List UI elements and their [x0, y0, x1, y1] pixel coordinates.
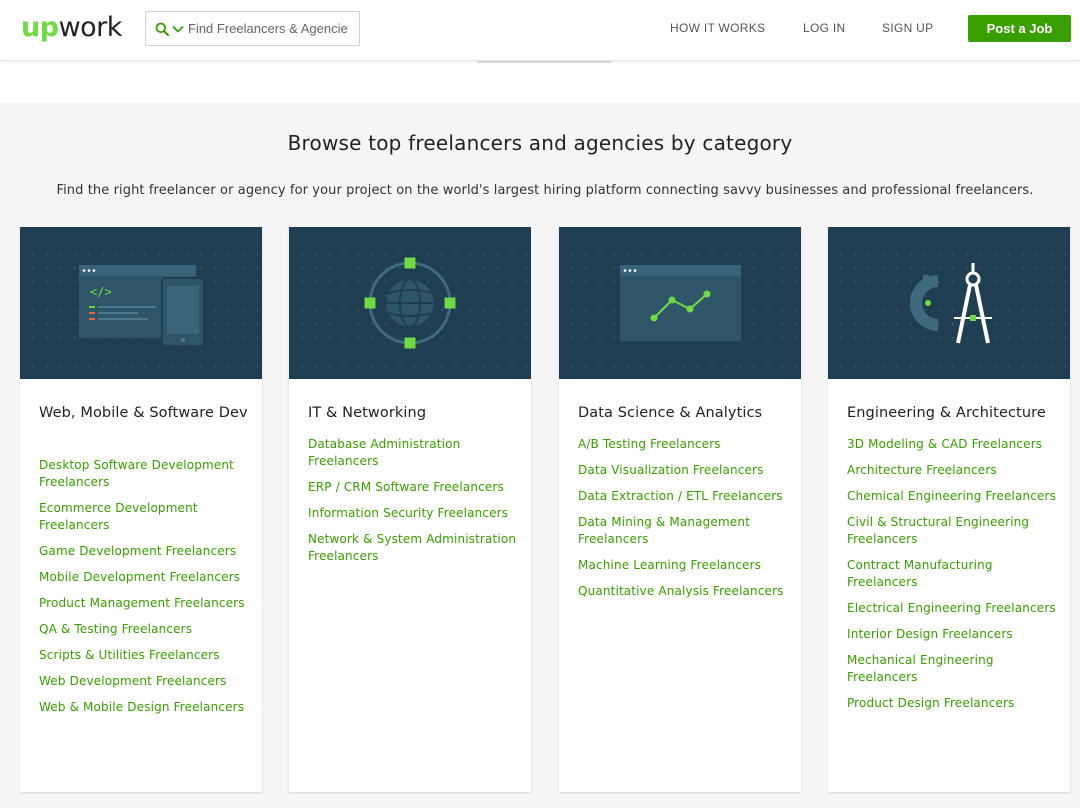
category-link[interactable]: Information Security Freelancers: [308, 505, 523, 522]
category-title: Data Science & Analytics: [578, 405, 763, 421]
category-title: Web, Mobile & Software Dev: [39, 405, 248, 421]
category-link[interactable]: Network & System Administration Freelanc…: [308, 531, 523, 565]
browse-categories-section: Browse top freelancers and agencies by c…: [0, 103, 1080, 808]
category-link[interactable]: Data Mining & Management Freelancers: [578, 514, 793, 548]
category-link[interactable]: Database Administration Freelancers: [308, 436, 523, 470]
category-link[interactable]: Mobile Development Freelancers: [39, 569, 254, 586]
chevron-down-icon[interactable]: [172, 23, 184, 35]
category-card-data-science[interactable]: Data Science & Analytics A/B Testing Fre…: [559, 227, 801, 792]
category-banner: [828, 227, 1070, 379]
line-chart-window-icon: [620, 265, 741, 341]
category-link[interactable]: Chemical Engineering Freelancers: [847, 488, 1062, 505]
category-card-it-networking[interactable]: IT & Networking Database Administration …: [289, 227, 531, 792]
category-link[interactable]: 3D Modeling & CAD Freelancers: [847, 436, 1062, 453]
nav-log-in[interactable]: LOG IN: [803, 21, 845, 35]
category-title: Engineering & Architecture: [847, 405, 1046, 421]
nav-how-it-works[interactable]: HOW IT WORKS: [670, 21, 765, 35]
category-link[interactable]: Game Development Freelancers: [39, 543, 254, 560]
upwork-logo[interactable]: up work: [21, 10, 122, 46]
section-subtitle: Find the right freelancer or agency for …: [56, 183, 1034, 198]
section-title: Browse top freelancers and agencies by c…: [287, 131, 793, 155]
category-link[interactable]: Machine Learning Freelancers: [578, 557, 793, 574]
category-banner: [289, 227, 531, 379]
logo-up-text: up: [21, 12, 59, 43]
category-card-engineering[interactable]: Engineering & Architecture 3D Modeling &…: [828, 227, 1070, 792]
category-link[interactable]: QA & Testing Freelancers: [39, 621, 254, 638]
search-icon[interactable]: [154, 21, 170, 37]
top-navbar: upwork HOW IT WORKS LOG IN SIGN UP Post …: [0, 0, 1080, 61]
category-link[interactable]: Data Visualization Freelancers: [578, 462, 793, 479]
category-link-list: 3D Modeling & CAD Freelancers Architectu…: [847, 436, 1062, 721]
category-link[interactable]: Product Management Freelancers: [39, 595, 254, 612]
top-strip: [0, 61, 1080, 103]
category-link[interactable]: Contract Manufacturing Freelancers: [847, 557, 1062, 591]
code-window-phone-icon: </>: [79, 265, 205, 347]
category-link[interactable]: A/B Testing Freelancers: [578, 436, 793, 453]
category-link[interactable]: Web Development Freelancers: [39, 673, 254, 690]
category-link[interactable]: Data Extraction / ETL Freelancers: [578, 488, 793, 505]
svg-text:</>: </>: [90, 285, 112, 299]
category-link-list: Database Administration Freelancers ERP …: [308, 436, 523, 574]
category-link[interactable]: Electrical Engineering Freelancers: [847, 600, 1062, 617]
category-link-list: A/B Testing Freelancers Data Visualizati…: [578, 436, 793, 609]
nav-sign-up[interactable]: SIGN UP: [882, 21, 933, 35]
globe-network-icon: [364, 257, 456, 349]
category-link[interactable]: ERP / CRM Software Freelancers: [308, 479, 523, 496]
category-link[interactable]: Civil & Structural Engineering Freelance…: [847, 514, 1062, 548]
category-link[interactable]: Scripts & Utilities Freelancers: [39, 647, 254, 664]
category-link[interactable]: Quantitative Analysis Freelancers: [578, 583, 793, 600]
category-link[interactable]: Web & Mobile Design Freelancers: [39, 699, 254, 716]
category-banner: [559, 227, 801, 379]
category-link[interactable]: Interior Design Freelancers: [847, 626, 1062, 643]
logo-work-text: work: [58, 12, 123, 43]
compass-protractor-icon: [910, 263, 992, 344]
category-banner: </>: [20, 227, 262, 379]
category-link[interactable]: Mechanical Engineering Freelancers: [847, 652, 1062, 686]
category-link[interactable]: Ecommerce Development Freelancers: [39, 500, 254, 534]
post-job-button[interactable]: Post a Job: [968, 15, 1071, 42]
search-box[interactable]: [145, 11, 360, 46]
category-link-list: Desktop Software Development Freelancers…: [39, 457, 254, 725]
search-input[interactable]: [188, 21, 348, 36]
strip-shadow: [477, 61, 612, 63]
category-link[interactable]: Product Design Freelancers: [847, 695, 1062, 712]
category-title: IT & Networking: [308, 405, 427, 421]
category-link[interactable]: Architecture Freelancers: [847, 462, 1062, 479]
category-card-web-mobile[interactable]: </> Web, Mobile & Software Dev Desktop S…: [20, 227, 262, 792]
category-link[interactable]: Desktop Software Development Freelancers: [39, 457, 254, 491]
